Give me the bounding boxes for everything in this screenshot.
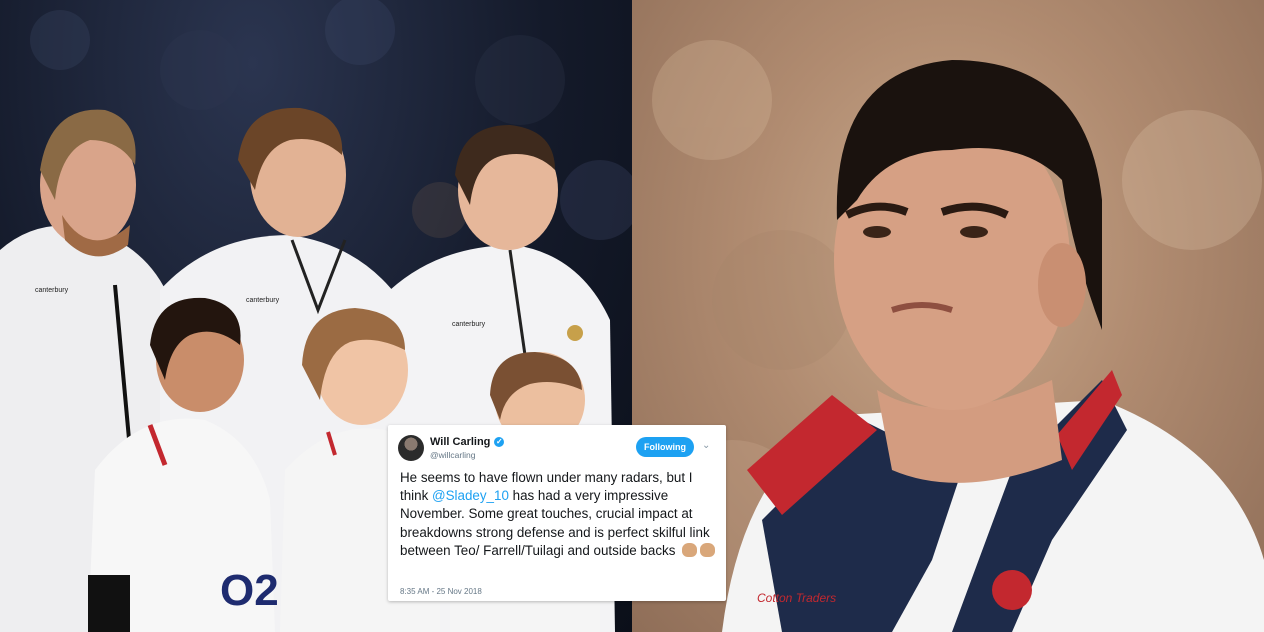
verified-badge-icon: ✓	[494, 437, 505, 447]
shirt-brand-logo-3: canterbury	[452, 321, 486, 328]
following-button[interactable]: Following	[636, 437, 694, 457]
tweet-author[interactable]: Will Carling ✓	[430, 436, 505, 448]
shirt-brand-logo-1: canterbury	[35, 287, 69, 294]
tweet-mention-link[interactable]: @Sladey_10	[432, 488, 509, 503]
tweet-card: Will Carling ✓ @willcarling Following ⌄ …	[388, 425, 726, 601]
clapping-hands-icon	[700, 542, 716, 557]
portrait-scene: Cotton Traders	[652, 40, 1264, 632]
tweet-author-name: Will Carling	[430, 436, 491, 448]
shirt-sponsor-logo: Cotton Traders	[757, 591, 836, 605]
shirt-brand-logo-2: canterbury	[246, 297, 280, 304]
chevron-down-icon[interactable]: ⌄	[702, 440, 710, 451]
clapping-hands-icon	[682, 542, 698, 557]
rose-badge	[992, 570, 1032, 610]
kid-1-sponsor-logo: O2	[220, 566, 279, 615]
tweet-avatar[interactable]	[398, 435, 424, 461]
tweet-handle[interactable]: @willcarling	[430, 450, 475, 460]
tweet-text: He seems to have flown under many radars…	[400, 469, 718, 560]
right-photo-portrait: Cotton Traders	[632, 0, 1264, 632]
tweet-timestamp[interactable]: 8:35 AM - 25 Nov 2018	[400, 587, 482, 596]
